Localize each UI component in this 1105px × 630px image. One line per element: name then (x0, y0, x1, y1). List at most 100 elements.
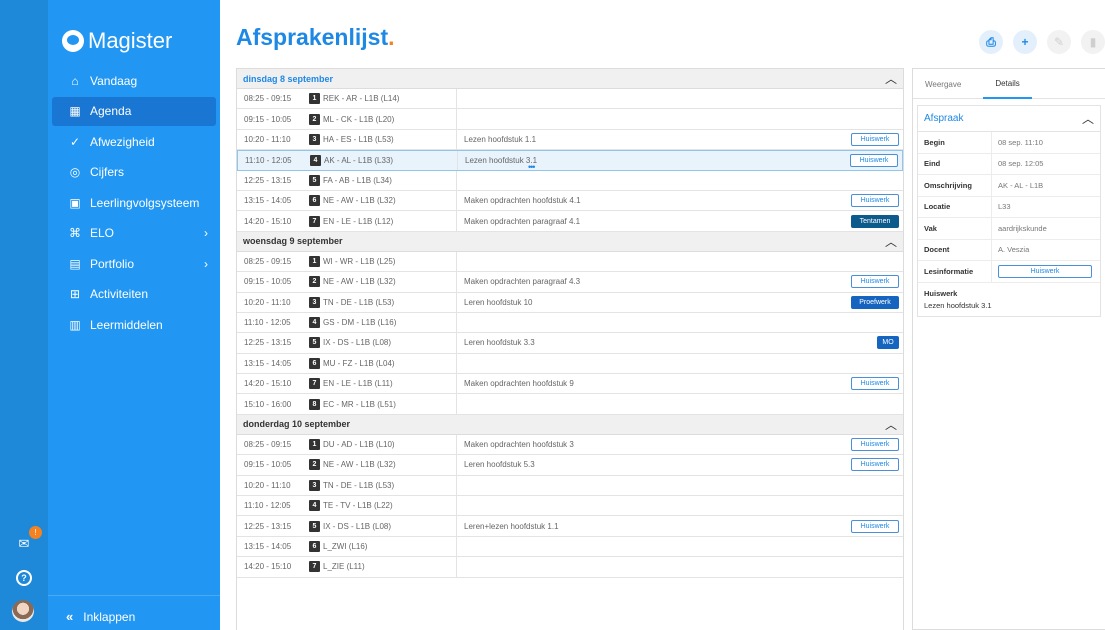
title-dot: . (388, 24, 395, 50)
appointment-time: 13:15 - 14:05 (244, 542, 292, 551)
sidebar-item-leermiddelen[interactable]: ▥ Leermiddelen (52, 310, 216, 339)
appointment-row[interactable]: 14:20 - 15:10 7 EN - LE - L1B (L11) Maken o… (237, 374, 903, 395)
lesson-code: ML - CK - L1B (L20) (323, 114, 395, 124)
appointment-row[interactable]: 08:25 - 09:15 1 REK - AR - L1B (L14) (237, 89, 903, 110)
appointment-row[interactable]: 08:25 - 09:15 1 DU - AD - L1B (L10) Maken o… (237, 434, 903, 456)
appointment-row[interactable]: 13:15 - 14:05 6 MU - FZ - L1B (L04) (237, 353, 903, 375)
appointment-time: 11:10 - 12:05 (245, 155, 292, 165)
appointment-tag-button[interactable]: Huiswerk (851, 377, 899, 391)
day-header[interactable]: woensdag 9 september ︿ (237, 231, 903, 252)
appointment-tag-button[interactable]: Huiswerk (851, 519, 899, 533)
appointment-row[interactable]: 10:20 - 11:10 3 HA - ES - L1B (L53) Lezen h… (237, 129, 903, 151)
tab-details[interactable]: Details (983, 69, 1032, 99)
sidebar-item-label: ELO (90, 226, 115, 240)
appointment-row[interactable]: 11:10 - 12:05 4 AK - AL - L1B (L33) Lezen h… (237, 150, 903, 172)
lesson-code: EN - LE - L1B (L12) (323, 216, 394, 226)
appointment-row[interactable]: 11:10 - 12:05 4 TE - TV - L1B (L22) (237, 496, 903, 517)
appointment-row[interactable]: 12:25 - 13:15 5 IX - DS - L1B (L08) Leren+l… (237, 516, 903, 537)
appointment-tag-button[interactable]: Huiswerk (850, 153, 898, 167)
sidebar-item-activiteiten[interactable]: ⊞ Activiteiten (52, 280, 216, 309)
chevron-right-icon: › (204, 256, 208, 271)
appointment-row[interactable]: 10:20 - 11:10 3 TN - DE - L1B (L53) (237, 475, 903, 497)
tab-weergave[interactable]: Weergave (913, 69, 973, 99)
appointment-lesson: 1 WI - WR - L1B (L25) (309, 251, 457, 272)
appointment-tag-button[interactable]: Huiswerk (851, 132, 899, 146)
mail-button[interactable]: ✉ ! (12, 526, 42, 556)
appointment-row[interactable]: 14:20 - 15:10 7 EN - LE - L1B (L12) Maken o… (237, 211, 903, 232)
appointment-row[interactable]: 09:15 - 10:05 2 NE - AW - L1B (L32) Maken o… (237, 272, 903, 293)
chevron-right-icon: › (204, 226, 208, 240)
sidebar: Magister ⌂ Vandaag ▦ Agenda ✓ Afwezigheid ◎ Cij… (48, 0, 220, 630)
chevron-up-icon[interactable]: ︿ (885, 233, 897, 250)
appointment-note: Maken opdrachten hoofdstuk 4.1 (464, 196, 581, 206)
appointment-note: Lezen hoofdstuk 3.1 (465, 155, 538, 165)
sidebar-item-vandaag[interactable]: ⌂ Vandaag (52, 66, 216, 95)
appointment-note: Maken opdrachten hoofdstuk 3 (464, 440, 574, 450)
sidebar-item-leerlingvolgsysteem[interactable]: ▣ Leerlingvolgsysteem (52, 188, 216, 217)
help-button[interactable]: ? (12, 566, 36, 590)
appointment-time: 10:20 - 11:10 (244, 480, 291, 490)
appointment-row[interactable]: 12:25 - 13:15 5 FA - AB - L1B (L34) (237, 170, 903, 191)
sidebar-item-agenda[interactable]: ▦ Agenda (52, 96, 216, 126)
lesson-code: NE - AW - L1B (L32) (323, 196, 396, 206)
day-header[interactable]: donderdag 10 september ︿ (237, 414, 903, 435)
lesson-code: IX - DS - L1B (L08) (323, 521, 392, 531)
appointment-row[interactable]: 13:15 - 14:05 6 NE - AW - L1B (L32) Maken o… (237, 190, 903, 212)
lesson-hour-badge: 6 (309, 357, 320, 369)
appointment-section-header[interactable]: Afspraak ︿ (918, 106, 1100, 132)
sidebar-item-afwezigheid[interactable]: ✓ Afwezigheid (52, 127, 216, 156)
lesson-hour-badge: 3 (309, 133, 320, 145)
chevron-up-icon[interactable]: ︿ (1082, 110, 1094, 127)
appointment-note: Maken opdrachten paragraaf 4.3 (464, 277, 581, 287)
page-title-text: Afsprakenlijst (236, 24, 389, 50)
appointment-row[interactable]: 08:25 - 09:15 1 WI - WR - L1B (L25) (237, 251, 903, 273)
appointment-tag-button[interactable]: Huiswerk (851, 458, 899, 472)
appointment-row[interactable]: 12:25 - 13:15 5 IX - DS - L1B (L08) Leren h… (237, 333, 903, 354)
details-table: Begin 08 sep. 11:10 Eind 08 sep. 12:05 Omsch… (918, 132, 1100, 261)
print-button[interactable]: ⎙ (979, 30, 1003, 54)
detail-row: Begin 08 sep. 11:10 (918, 132, 1100, 154)
appointment-lesson: 4 TE - TV - L1B (L22) (309, 496, 457, 516)
appointment-row[interactable]: 09:15 - 10:05 2 ML - CK - L1B (L20) (237, 109, 903, 130)
appointment-lesson: 5 IX - DS - L1B (L08) (309, 516, 457, 536)
appointment-time: 13:15 - 14:05 (244, 358, 292, 368)
avatar[interactable] (12, 600, 34, 622)
day-header[interactable]: dinsdag 8 september ︿ (237, 69, 903, 89)
appointment-tag-button[interactable]: Huiswerk (851, 194, 899, 208)
sidebar-item-label: Cijfers (90, 165, 125, 179)
appointment-row[interactable]: 15:10 - 16:00 8 EC - MR - L1B (L51) (237, 394, 903, 415)
appointment-tag-button[interactable]: MO (877, 336, 899, 350)
appointment-time: 08:25 - 09:15 (244, 256, 292, 266)
appointment-tag-button[interactable]: Proefwerk (851, 295, 899, 309)
lesson-hour-badge: 4 (309, 317, 320, 329)
collapse-button[interactable]: « Inklappen (66, 609, 135, 624)
sidebar-item-cijfers[interactable]: ◎ Cijfers (52, 158, 216, 187)
chevron-up-icon[interactable]: ︿ (885, 70, 897, 87)
lesson-hour-badge: 5 (309, 174, 320, 186)
appointment-tag-button[interactable]: Huiswerk (851, 275, 899, 289)
delete-button[interactable]: ▮ (1081, 30, 1105, 54)
appointment-tag-button[interactable]: Huiswerk (851, 438, 899, 452)
edit-button[interactable]: ✎ (1047, 30, 1071, 54)
app-logo[interactable]: Magister (62, 28, 172, 54)
appointment-tag-button[interactable]: Tentamen (851, 214, 899, 228)
appointment-row[interactable]: 13:15 - 14:05 6 L_ZWI (L16) (237, 536, 903, 558)
chevron-up-icon[interactable]: ︿ (885, 416, 897, 433)
appointment-row[interactable]: 11:10 - 12:05 4 GS - DM - L1B (L16) (237, 312, 903, 334)
appointment-time: 14:20 - 15:10 (244, 379, 292, 389)
appointment-row[interactable]: 09:15 - 10:05 2 NE - AW - L1B (L32) Leren h… (237, 455, 903, 476)
sidebar-item-portfolio[interactable]: ▤ Portfolio › (52, 249, 216, 278)
add-button[interactable]: + (1013, 30, 1037, 54)
lesson-code: IX - DS - L1B (L08) (323, 338, 392, 348)
sidebar-item-elo[interactable]: ⌘ ELO › (52, 219, 216, 248)
lesson-code: AK - AL - L1B (L33) (324, 155, 394, 165)
appointment-time: 11:10 - 12:05 (244, 318, 291, 328)
lesinfo-homework-button[interactable]: Huiswerk (998, 264, 1092, 278)
appointment-row[interactable]: 10:20 - 11:10 3 TN - DE - L1B (L53) Leren h… (237, 292, 903, 313)
lesson-hour-badge: 6 (309, 541, 320, 552)
help-icon: ? (16, 570, 32, 586)
appointment-row[interactable]: 14:20 - 15:10 7 L_ZIE (L11) (237, 557, 903, 578)
lesson-code: MU - FZ - L1B (L04) (323, 358, 395, 368)
appointment-note: Maken opdrachten paragraaf 4.1 (464, 216, 581, 226)
appointment-lesson: 1 DU - AD - L1B (L10) (309, 434, 457, 455)
